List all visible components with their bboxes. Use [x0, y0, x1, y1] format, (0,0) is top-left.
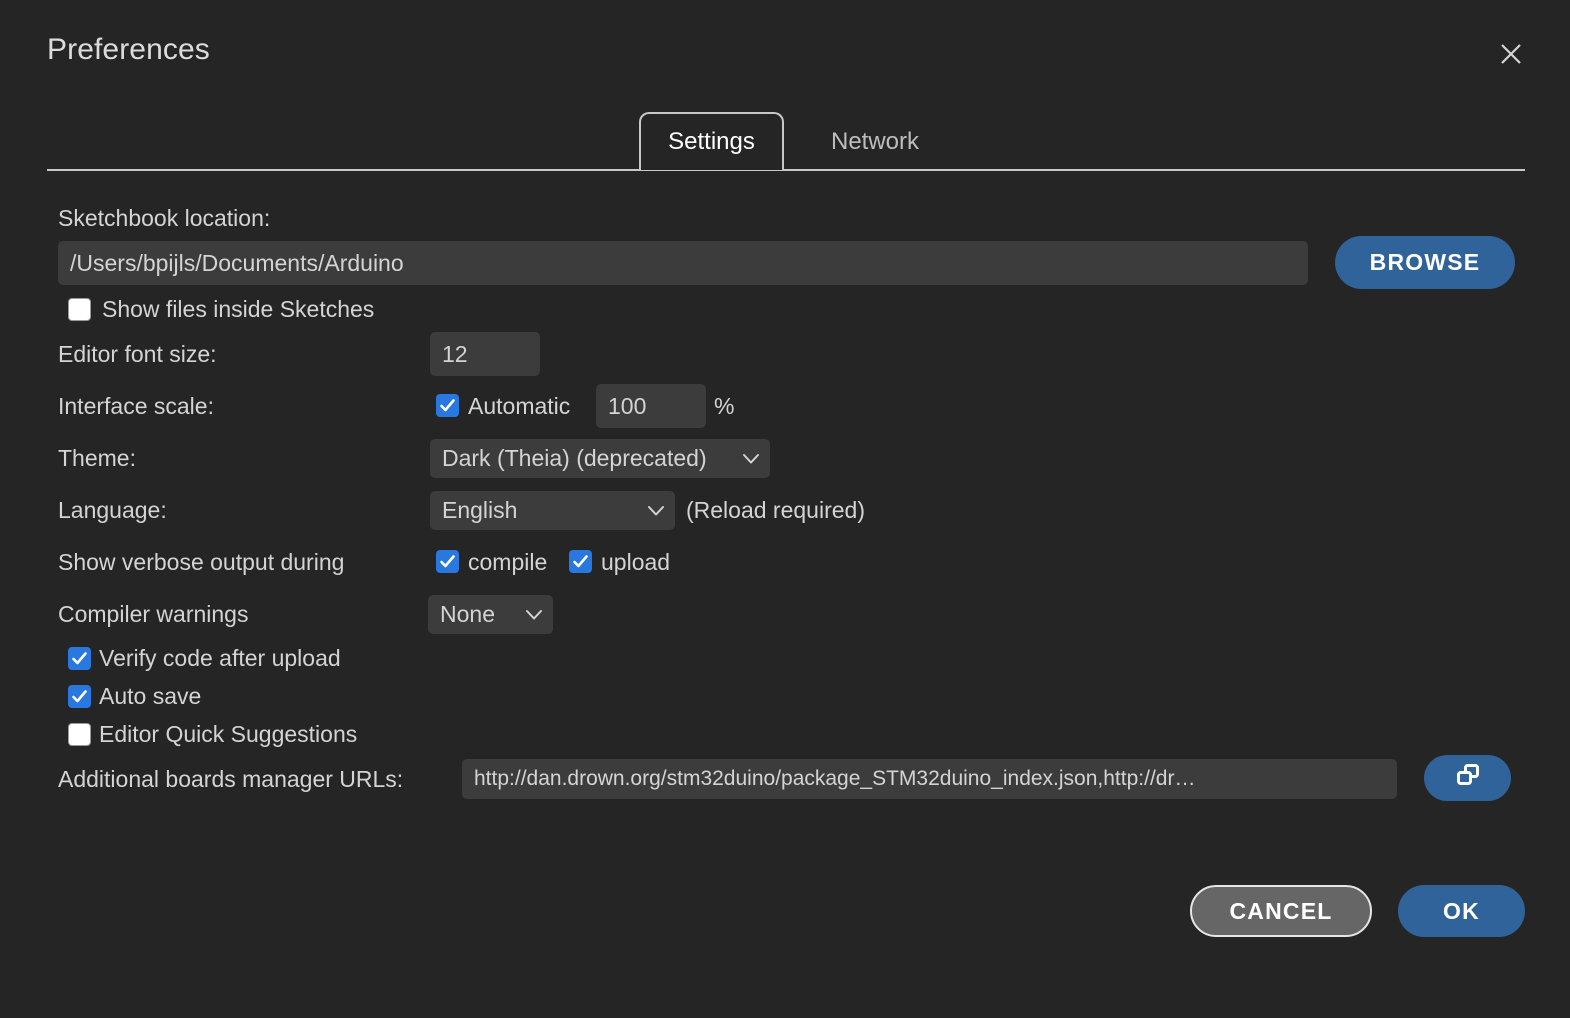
- open-in-new-window-icon: [1453, 762, 1483, 794]
- sketchbook-location-label: Sketchbook location:: [58, 205, 270, 232]
- cancel-button-label: CANCEL: [1229, 898, 1332, 925]
- browse-button-label: BROWSE: [1370, 249, 1481, 276]
- tab-bar: Settings Network: [47, 112, 1525, 172]
- language-reload-note: (Reload required): [686, 497, 865, 524]
- verify-code-after-upload-label[interactable]: Verify code after upload: [99, 645, 341, 672]
- verbose-compile-label[interactable]: compile: [468, 549, 547, 576]
- show-files-inside-sketches-label[interactable]: Show files inside Sketches: [102, 296, 374, 323]
- compiler-warnings-select[interactable]: None: [428, 595, 553, 634]
- verbose-upload-label[interactable]: upload: [601, 549, 670, 576]
- compiler-warnings-value: None: [440, 601, 495, 628]
- interface-scale-label: Interface scale:: [58, 393, 214, 420]
- browse-button[interactable]: BROWSE: [1335, 236, 1515, 289]
- ok-button-label: OK: [1443, 898, 1480, 925]
- verbose-output-label: Show verbose output during: [58, 549, 344, 576]
- page-title: Preferences: [47, 33, 210, 67]
- cancel-button[interactable]: CANCEL: [1190, 885, 1372, 937]
- editor-quick-suggestions-checkbox[interactable]: [68, 723, 91, 746]
- tab-network-label: Network: [831, 128, 919, 156]
- theme-label: Theme:: [58, 445, 136, 472]
- verbose-compile-checkbox[interactable]: [436, 550, 459, 573]
- tab-settings[interactable]: Settings: [639, 112, 784, 170]
- additional-urls-label: Additional boards manager URLs:: [58, 766, 403, 793]
- chevron-down-icon: [637, 505, 665, 517]
- auto-save-checkbox[interactable]: [68, 685, 91, 708]
- tab-network[interactable]: Network: [807, 112, 943, 170]
- sketchbook-location-input[interactable]: [58, 241, 1308, 285]
- additional-urls-expand-button[interactable]: [1424, 755, 1511, 801]
- close-icon[interactable]: [1494, 37, 1528, 71]
- editor-font-size-input[interactable]: [430, 332, 540, 376]
- language-select-value: English: [442, 497, 517, 524]
- language-select[interactable]: English: [430, 491, 675, 530]
- additional-urls-input[interactable]: [462, 759, 1397, 799]
- interface-scale-unit: %: [714, 393, 734, 420]
- theme-select-value: Dark (Theia) (deprecated): [442, 445, 707, 472]
- editor-quick-suggestions-label[interactable]: Editor Quick Suggestions: [99, 721, 357, 748]
- tab-settings-label: Settings: [668, 128, 755, 156]
- chevron-down-icon: [732, 453, 760, 465]
- editor-font-size-label: Editor font size:: [58, 341, 217, 368]
- compiler-warnings-label: Compiler warnings: [58, 601, 248, 628]
- ok-button[interactable]: OK: [1398, 885, 1525, 937]
- chevron-down-icon: [515, 609, 543, 621]
- show-files-inside-sketches-checkbox[interactable]: [68, 298, 91, 321]
- interface-scale-automatic-label[interactable]: Automatic: [468, 393, 570, 420]
- interface-scale-input[interactable]: [596, 384, 706, 428]
- tab-bar-divider: [47, 169, 1525, 171]
- interface-scale-automatic-checkbox[interactable]: [436, 394, 459, 417]
- verbose-upload-checkbox[interactable]: [569, 550, 592, 573]
- verify-code-after-upload-checkbox[interactable]: [68, 647, 91, 670]
- language-label: Language:: [58, 497, 167, 524]
- auto-save-label[interactable]: Auto save: [99, 683, 201, 710]
- theme-select[interactable]: Dark (Theia) (deprecated): [430, 439, 770, 478]
